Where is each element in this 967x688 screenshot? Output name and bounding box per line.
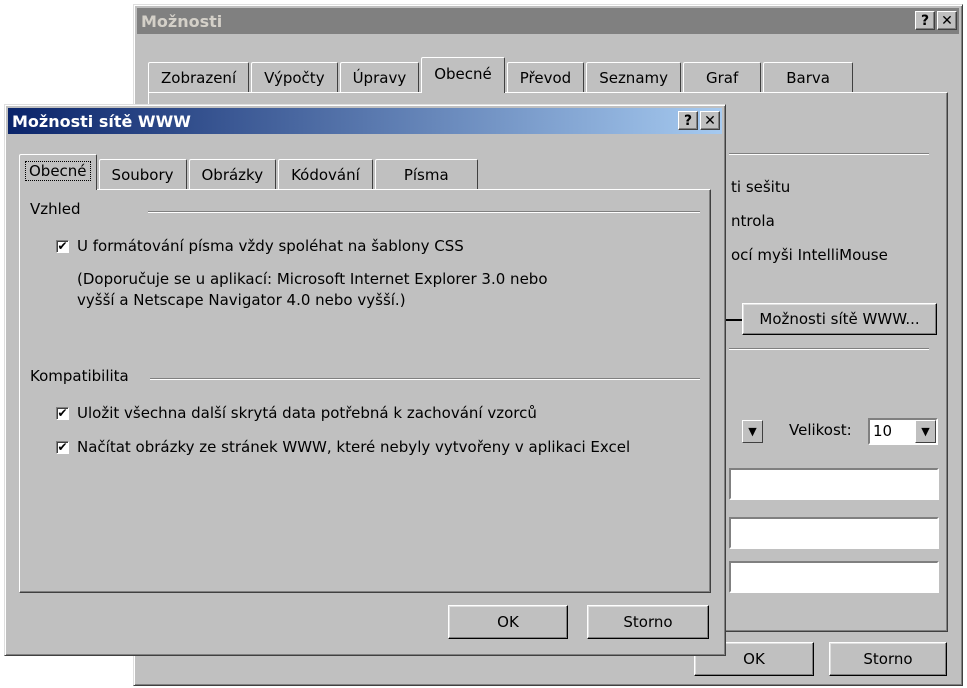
tab-soubory[interactable]: Soubory: [98, 159, 187, 189]
save-hidden-label: Uložit všechna další skrytá data potřebn…: [77, 404, 537, 422]
load-images-checkbox[interactable]: ✔: [56, 440, 69, 454]
tab-kodovani[interactable]: Kódování: [278, 159, 373, 189]
options-titlebar[interactable]: Možnosti ? ✕: [137, 8, 959, 34]
intellimouse-fragment: ocí myši IntelliMouse: [731, 246, 888, 264]
appearance-divider: [148, 211, 700, 213]
web-options-panel: Vzhled ✔ U formátování písma vždy spoléh…: [19, 189, 711, 593]
cancel-button[interactable]: Storno: [587, 605, 709, 639]
load-images-label: Načítat obrázky ze stránek WWW, které ne…: [77, 438, 631, 456]
close-icon[interactable]: ✕: [937, 11, 957, 30]
appearance-group-label: Vzhled: [30, 200, 87, 218]
close-icon[interactable]: ✕: [700, 111, 720, 130]
recent-files-fragment: ti sešitu: [731, 178, 791, 196]
chevron-down-icon[interactable]: ▼: [915, 420, 936, 443]
options-title: Možnosti: [141, 11, 223, 31]
compat-group-label: Kompatibilita: [30, 367, 135, 385]
size-select[interactable]: 10 ▼: [868, 418, 938, 445]
ok-button[interactable]: OK: [448, 605, 568, 639]
tab-graf[interactable]: Graf: [683, 62, 762, 92]
help-button[interactable]: ?: [915, 11, 935, 30]
tab-vypocty[interactable]: Výpočty: [251, 62, 338, 92]
tab-seznamy[interactable]: Seznamy: [586, 62, 681, 92]
input-field-1[interactable]: [729, 468, 939, 500]
css-note-line2: vyšší a Netscape Navigator 4.0 nebo vyšš…: [77, 291, 406, 309]
options-tabs: Zobrazení Výpočty Úpravy Obecné Převod S…: [148, 57, 855, 93]
font-dropdown-chevron-down-icon[interactable]: ▼: [742, 420, 763, 443]
tab-prevod[interactable]: Převod: [506, 62, 585, 92]
css-checkbox-row[interactable]: ✔ U formátování písma vždy spoléhat na š…: [56, 237, 464, 255]
save-hidden-checkbox[interactable]: ✔: [56, 406, 69, 420]
save-hidden-checkbox-row[interactable]: ✔ Uložit všechna další skrytá data potře…: [56, 404, 537, 422]
cancel-button[interactable]: Storno: [829, 642, 947, 676]
check-fragment: ntrola: [731, 212, 775, 230]
load-images-checkbox-row[interactable]: ✔ Načítat obrázky ze stránek WWW, které …: [56, 438, 630, 456]
web-options-titlebar[interactable]: Možnosti sítě WWW ? ✕: [8, 108, 722, 134]
tab-obecne[interactable]: Obecné: [19, 154, 97, 190]
web-options-dialog: Možnosti sítě WWW ? ✕ Obecné Soubory Obr…: [4, 104, 726, 656]
css-checkbox-label: U formátování písma vždy spoléhat na šab…: [77, 237, 464, 255]
compat-divider: [150, 378, 700, 380]
input-field-3[interactable]: [729, 561, 939, 593]
size-value: 10: [873, 422, 893, 440]
css-checkbox[interactable]: ✔: [56, 239, 69, 253]
web-options-tabs: Obecné Soubory Obrázky Kódování Písma: [19, 154, 480, 190]
tab-obrazky[interactable]: Obrázky: [188, 159, 277, 189]
tab-barva[interactable]: Barva: [763, 62, 853, 92]
tab-pisma[interactable]: Písma: [374, 159, 478, 189]
divider: [729, 153, 929, 155]
input-field-2[interactable]: [729, 517, 939, 549]
help-button[interactable]: ?: [678, 111, 698, 130]
divider: [729, 348, 929, 350]
web-options-button[interactable]: Možnosti sítě WWW...: [742, 303, 937, 335]
css-note-line1: (Doporučuje se u aplikací: Microsoft Int…: [77, 270, 548, 288]
web-options-title: Možnosti sítě WWW: [12, 111, 191, 131]
tab-obecne[interactable]: Obecné: [421, 57, 505, 93]
size-label: Velikost:: [789, 421, 852, 439]
tab-zobrazeni[interactable]: Zobrazení: [148, 62, 250, 92]
tab-upravy[interactable]: Úpravy: [339, 62, 420, 92]
